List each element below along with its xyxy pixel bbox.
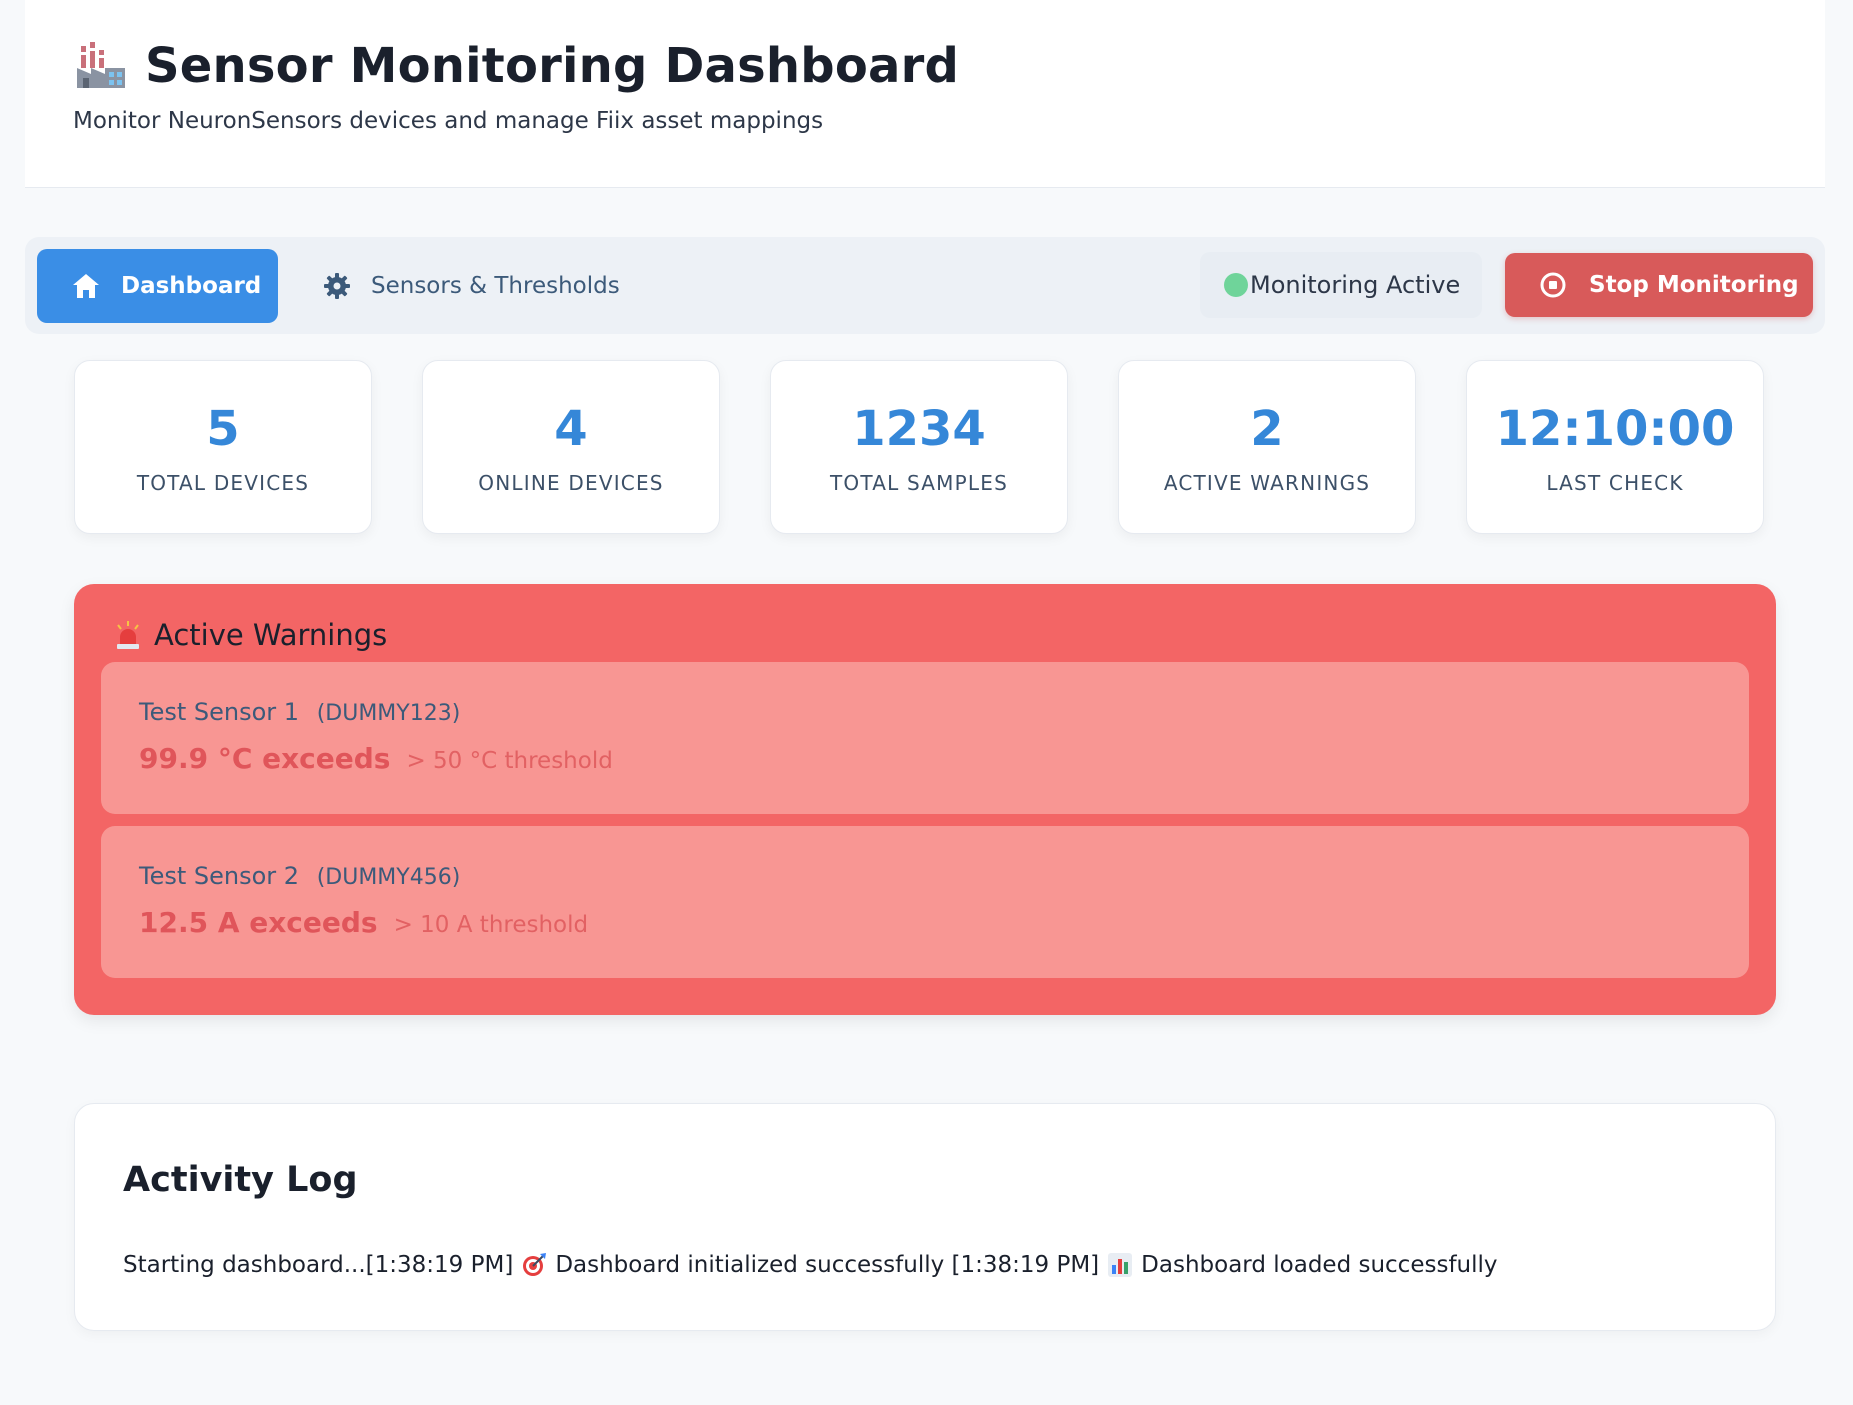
page: Sensor Monitoring Dashboard Monitor Neur… bbox=[0, 0, 1853, 1405]
tab-dashboard-label: Dashboard bbox=[121, 273, 262, 299]
stat-value: 4 bbox=[554, 401, 588, 457]
warning-message: 12.5 A exceeds > 10 A threshold bbox=[139, 906, 588, 939]
warning-sensor-id: (DUMMY123) bbox=[316, 701, 461, 726]
warning-item: Test Sensor 1 (DUMMY123) 99.9 °C exceeds… bbox=[101, 662, 1749, 814]
warning-sensor-name: Test Sensor 2 bbox=[139, 862, 300, 890]
activity-log-title: Activity Log bbox=[123, 1160, 358, 1200]
warning-sensor: Test Sensor 1 (DUMMY123) bbox=[139, 698, 460, 726]
warning-sensor-id: (DUMMY456) bbox=[316, 865, 461, 890]
warning-message: 99.9 °C exceeds > 50 °C threshold bbox=[139, 742, 613, 775]
stat-value: 2 bbox=[1250, 401, 1284, 457]
page-header: Sensor Monitoring Dashboard Monitor Neur… bbox=[25, 0, 1825, 188]
stop-monitoring-label: Stop Monitoring bbox=[1589, 272, 1799, 298]
stop-circle-icon bbox=[1540, 272, 1566, 298]
warning-value: 12.5 A exceeds bbox=[139, 906, 378, 939]
stat-label: TOTAL DEVICES bbox=[136, 471, 310, 495]
tab-sensors-label: Sensors & Thresholds bbox=[371, 273, 620, 299]
status-dot-icon bbox=[1224, 273, 1248, 297]
warning-threshold: > 50 °C threshold bbox=[406, 748, 613, 774]
warning-value: 99.9 °C exceeds bbox=[139, 742, 391, 775]
stat-value: 12:10:00 bbox=[1495, 401, 1735, 457]
title-row: Sensor Monitoring Dashboard bbox=[73, 38, 959, 94]
target-icon bbox=[523, 1253, 547, 1276]
bar-chart-icon bbox=[1108, 1253, 1133, 1277]
stat-card-total-samples: 1234 TOTAL SAMPLES bbox=[770, 360, 1068, 534]
page-subtitle: Monitor NeuronSensors devices and manage… bbox=[73, 108, 824, 134]
gear-icon bbox=[324, 273, 350, 299]
siren-icon bbox=[117, 621, 139, 649]
home-icon bbox=[73, 274, 99, 298]
warning-sensor: Test Sensor 2 (DUMMY456) bbox=[139, 862, 460, 890]
monitoring-status: Monitoring Active bbox=[1200, 252, 1482, 318]
log-entry-initialized: Dashboard initialized successfully [1:38… bbox=[555, 1252, 1100, 1278]
stat-card-last-check: 12:10:00 LAST CHECK bbox=[1466, 360, 1764, 534]
nav-bar: Dashboard Sensors & Thresholds Monitorin… bbox=[25, 237, 1825, 334]
factory-icon bbox=[77, 42, 125, 88]
stat-label: ACTIVE WARNINGS bbox=[1163, 471, 1371, 495]
activity-log-content: Starting dashboard...[1:38:19 PM] Dashbo… bbox=[123, 1252, 1498, 1278]
monitoring-status-label: Monitoring Active bbox=[1250, 271, 1461, 299]
warning-sensor-name: Test Sensor 1 bbox=[139, 698, 300, 726]
warnings-title: Active Warnings bbox=[154, 618, 388, 652]
stat-value: 5 bbox=[206, 401, 240, 457]
warning-threshold: > 10 A threshold bbox=[393, 912, 589, 938]
stat-card-online-devices: 4 ONLINE DEVICES bbox=[422, 360, 720, 534]
stat-label: TOTAL SAMPLES bbox=[830, 471, 1008, 495]
stat-card-total-devices: 5 TOTAL DEVICES bbox=[74, 360, 372, 534]
tab-sensors-thresholds[interactable]: Sensors & Thresholds bbox=[323, 249, 620, 323]
page-title: Sensor Monitoring Dashboard bbox=[145, 38, 960, 94]
warnings-heading: Active Warnings bbox=[114, 618, 387, 652]
stat-value: 1234 bbox=[852, 401, 986, 457]
stat-card-active-warnings: 2 ACTIVE WARNINGS bbox=[1118, 360, 1416, 534]
activity-log-card: Activity Log Starting dashboard...[1:38:… bbox=[74, 1103, 1776, 1331]
warning-item: Test Sensor 2 (DUMMY456) 12.5 A exceeds … bbox=[101, 826, 1749, 978]
tab-dashboard[interactable]: Dashboard bbox=[37, 249, 278, 323]
active-warnings-panel: Active Warnings Test Sensor 1 (DUMMY123)… bbox=[74, 584, 1776, 1015]
stop-monitoring-button[interactable]: Stop Monitoring bbox=[1505, 253, 1813, 317]
stat-label: ONLINE DEVICES bbox=[478, 471, 664, 495]
log-entry-loaded: Dashboard loaded successfully bbox=[1141, 1252, 1498, 1278]
stat-label: LAST CHECK bbox=[1546, 471, 1684, 495]
log-line-start: Starting dashboard...[1:38:19 PM] bbox=[123, 1252, 514, 1278]
